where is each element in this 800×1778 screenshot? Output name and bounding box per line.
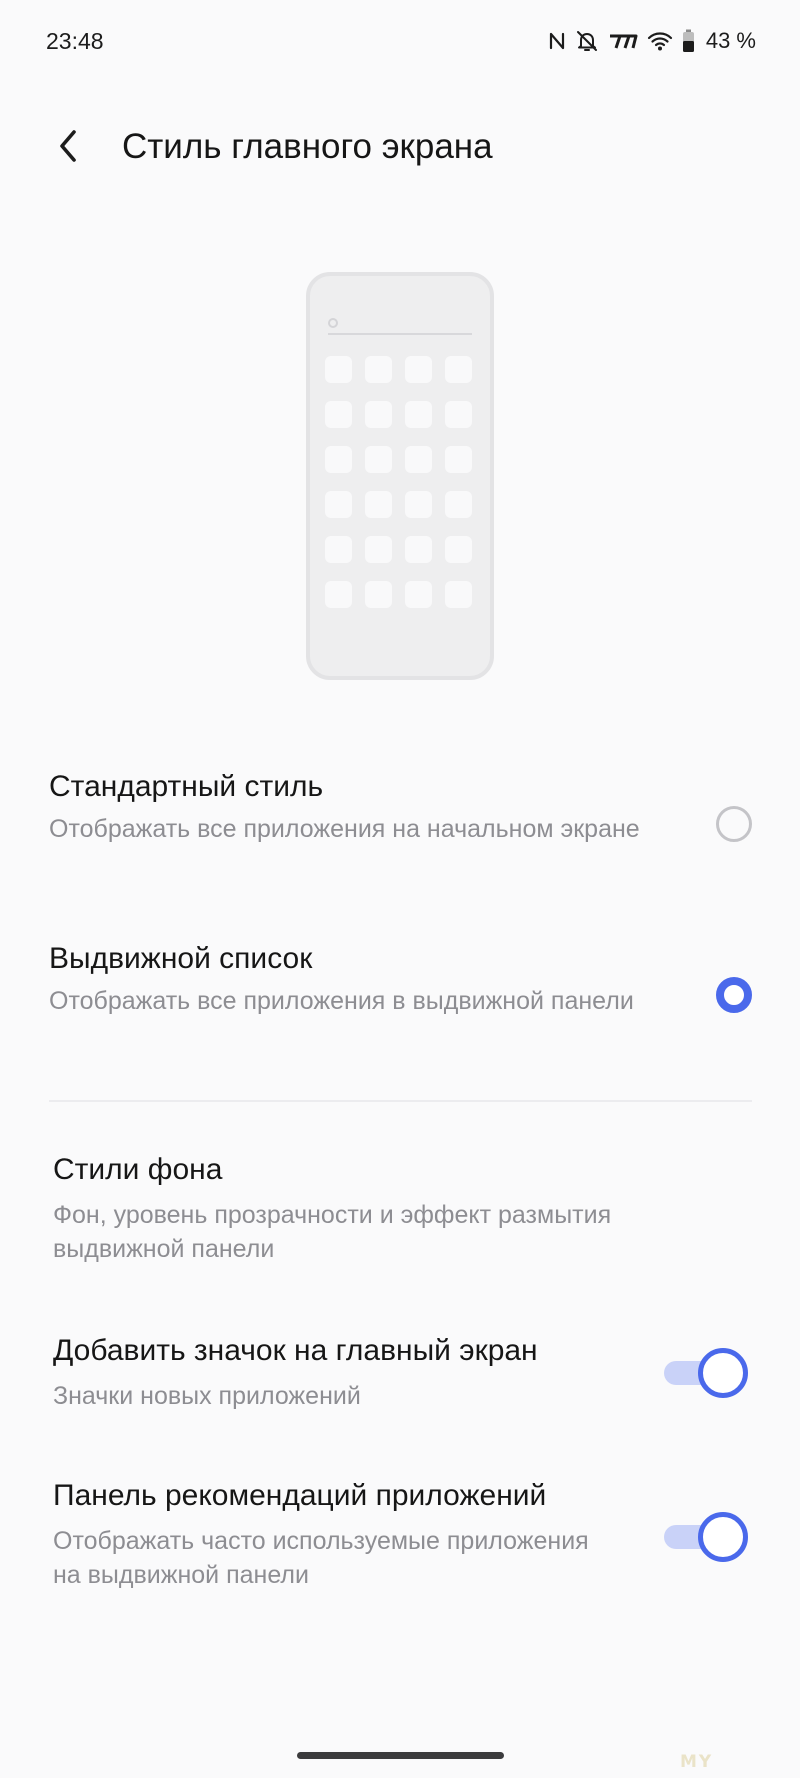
preview-app-icon [365, 356, 392, 383]
home-indicator[interactable] [297, 1752, 504, 1759]
setting-title: Панель рекомендаций приложений [53, 1479, 547, 1512]
section-divider [49, 1100, 752, 1102]
app-suggestions-toggle[interactable] [664, 1512, 748, 1562]
status-time: 23:48 [46, 28, 104, 54]
preview-app-icon [365, 491, 392, 518]
option-title: Выдвижной список [49, 942, 313, 975]
preview-app-icon [325, 401, 352, 428]
preview-app-icon [365, 446, 392, 473]
preview-app-icon [445, 536, 472, 563]
setting-description: Фон, уровень прозрачности и эффект размы… [53, 1201, 612, 1263]
wifi-icon [647, 32, 672, 51]
preview-app-icon [405, 401, 432, 428]
preview-app-icon [405, 446, 432, 473]
back-button[interactable] [44, 122, 92, 170]
setting-description: Отображать часто используемые приложения… [53, 1527, 589, 1589]
preview-app-icon [405, 581, 432, 608]
preview-app-icon [365, 536, 392, 563]
add-icon-toggle[interactable] [664, 1348, 748, 1398]
preview-app-icon [325, 356, 352, 383]
setting-title: Стили фона [53, 1153, 223, 1186]
battery-icon [682, 29, 694, 52]
page-header: Стиль главного экрана [0, 110, 800, 180]
preview-app-icon [445, 581, 472, 608]
preview-app-icon [445, 356, 472, 383]
nfc-icon [549, 32, 564, 50]
option-title: Стандартный стиль [49, 770, 324, 803]
preview-app-icon [325, 491, 352, 518]
chevron-left-icon [60, 130, 76, 162]
preview-app-icon [325, 536, 352, 563]
phone-illustration [306, 272, 494, 680]
preview-app-icon [325, 446, 352, 473]
preview-app-icon [325, 581, 352, 608]
preview-app-icon [445, 446, 472, 473]
battery-percentage: 43 % [705, 28, 756, 53]
status-icons: 43 % [548, 28, 756, 54]
page-title: Стиль главного экрана [122, 127, 493, 166]
toggle-knob [698, 1512, 748, 1562]
toggle-knob [698, 1348, 748, 1398]
option-description: Отображать все приложения в выдвижной па… [49, 987, 634, 1015]
status-bar: 23:48 43 % [0, 0, 800, 86]
preview-app-icon [405, 356, 432, 383]
option-description: Отображать все приложения на начальном э… [49, 815, 640, 843]
home-style-preview [306, 272, 494, 680]
preview-app-icon [445, 401, 472, 428]
preview-app-icon [365, 401, 392, 428]
drawer-list-radio[interactable] [716, 977, 752, 1013]
bell-off-icon [576, 31, 597, 51]
standard-style-radio[interactable] [716, 806, 752, 842]
preview-app-icon [445, 491, 472, 518]
setting-description: Значки новых приложений [53, 1382, 361, 1410]
preview-app-icon [365, 581, 392, 608]
preview-app-icon [405, 491, 432, 518]
setting-title: Добавить значок на главный экран [53, 1334, 538, 1367]
preview-app-icon [405, 536, 432, 563]
watermark: MY [680, 1752, 714, 1772]
signal-icon [609, 34, 638, 49]
